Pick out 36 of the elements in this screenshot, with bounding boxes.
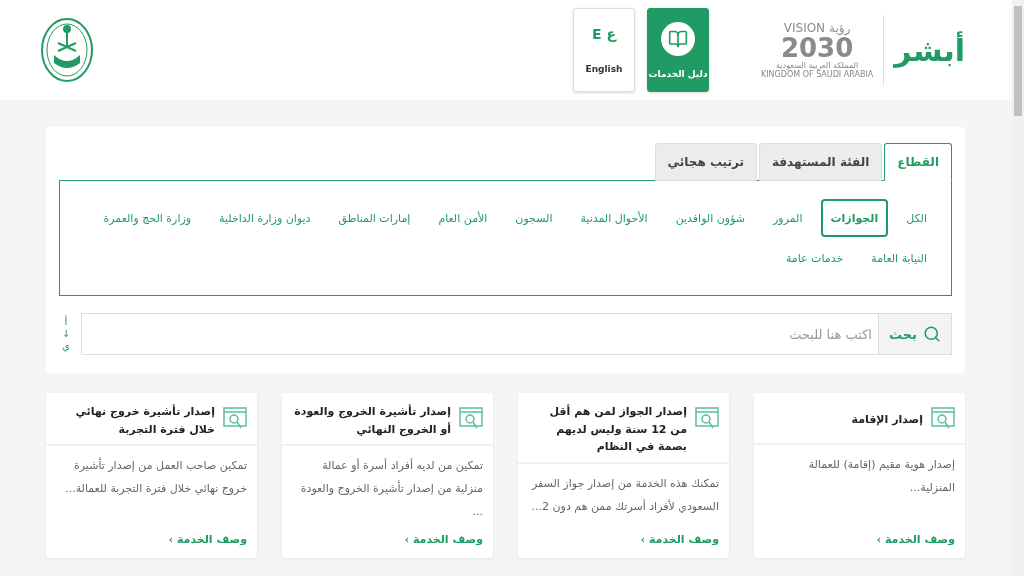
window-search-icon bbox=[223, 407, 247, 429]
vision-arabic-text: رؤية bbox=[829, 21, 851, 35]
services-guide-button[interactable]: دليل الخدمات bbox=[647, 8, 709, 92]
year-text: 2030 bbox=[780, 35, 854, 61]
service-description: تمكنك هذه الخدمة من إصدار جواز السفر السعودي لأفراد أسرتك ممن هم دون 2... bbox=[530, 475, 719, 515]
service-description: تمكين صاحب العمل من إصدار تأشيرة خروج نهائي خلال فترة التجربة للعمالة... bbox=[64, 456, 247, 498]
filter-tab[interactable]: القطاع bbox=[884, 143, 952, 181]
service-description: إصدار هوية مقيم (إقامة) للعمالة المنزلية... bbox=[807, 457, 955, 497]
service-title: إصدار تأشيرة خروج نهائي خلال فترة التجربة bbox=[74, 403, 215, 438]
book-icon bbox=[661, 21, 695, 56]
service-description-link[interactable]: وصف الخدمة › bbox=[404, 533, 483, 546]
window-search-icon bbox=[931, 407, 955, 429]
service-title: إصدار الإقامة bbox=[851, 412, 923, 429]
window-search-icon bbox=[695, 407, 719, 429]
filter-tab[interactable]: الفئة المستهدفة bbox=[758, 143, 883, 181]
service-title: إصدار الجواز لمن هم أقل من 12 سنة وليس لديهم بصمة في النظام bbox=[548, 403, 687, 456]
service-description-link[interactable]: وصف الخدمة › bbox=[640, 533, 719, 546]
sector-chip[interactable]: الجوازات bbox=[820, 199, 889, 237]
brand-logo-text: أبشر bbox=[883, 15, 965, 85]
filter-tab[interactable]: ترتيب هجائي bbox=[654, 143, 757, 181]
search-field[interactable]: بحث اكتب هنا للبحث bbox=[81, 313, 952, 355]
service-description: تمكين من لديه أفراد أسرة أو عمالة منزلية من إصدار تأشيرة الخروج والعودة ... bbox=[299, 457, 483, 521]
country-arabic-text: المملكة العربية السعودية bbox=[776, 61, 859, 70]
window-search-icon bbox=[459, 407, 483, 429]
scrollbar-thumb[interactable] bbox=[1014, 6, 1022, 116]
scrollbar[interactable] bbox=[1012, 0, 1024, 576]
search-button[interactable]: بحث bbox=[878, 314, 951, 354]
search-icon bbox=[923, 325, 941, 343]
emblem-logo bbox=[40, 17, 94, 83]
language-glyph: ع E bbox=[592, 26, 616, 42]
service-description-link[interactable]: وصف الخدمة › bbox=[876, 533, 955, 546]
service-description-link[interactable]: وصف الخدمة › bbox=[168, 533, 247, 546]
service-title: إصدار تأشيرة الخروج والعودة أو الخروج النهائي bbox=[294, 403, 451, 439]
vision-text: VISION bbox=[783, 21, 826, 35]
alphabetical-sort-toggle[interactable]: أ ↓ ي bbox=[59, 316, 73, 352]
country-english-text: KINGDOM OF SAUDI ARABIA bbox=[761, 70, 874, 79]
